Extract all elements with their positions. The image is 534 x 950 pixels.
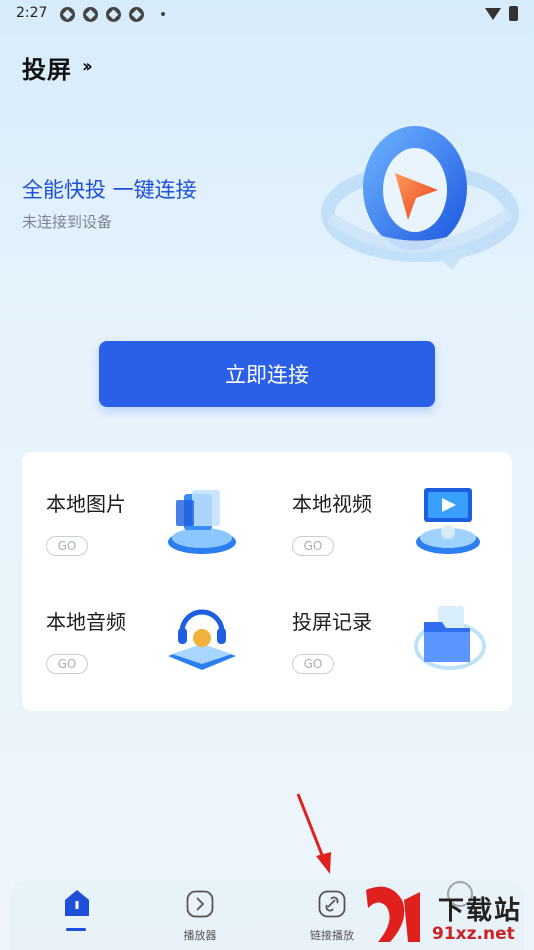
audio-icon [168,609,236,670]
nav-item-player[interactable]: 播放器 [155,880,245,950]
page-title: 投屏 [22,56,72,84]
notification-icon [129,7,144,22]
connect-now-button[interactable]: 立即连接 [99,341,435,407]
feature-label: 本地音频 [46,610,126,634]
cast-logo-icon [321,126,519,270]
go-badge[interactable]: GO [292,654,334,674]
wifi-icon [485,7,501,20]
connection-status: 未连接到设备 [22,213,113,231]
status-time: 2:27 [16,5,48,21]
feature-label: 本地视频 [292,492,372,516]
hero-slogan: 全能快投 一键连接 [22,178,197,202]
red-arrow-annotation [296,793,331,874]
nav-item-home[interactable] [20,880,110,950]
watermark-url: 91xz.net [432,924,515,944]
notification-icon [83,7,98,22]
notification-icon [60,7,75,22]
feature-label: 本地图片 [46,492,126,516]
photo-icon [168,490,236,554]
feature-local-photos[interactable]: 本地图片 GO [22,452,267,570]
folder-icon [414,606,486,670]
go-badge[interactable]: GO [46,654,88,674]
active-tab-indicator [66,928,86,931]
video-icon [416,488,480,554]
notification-icons [60,7,144,22]
battery-icon [509,6,518,21]
feature-card: 本地图片 GO 本地视频 GO 本地音频 GO 投屏记录 GO [22,452,512,711]
more-notifications-icon [161,12,165,16]
chevron-right-icon: ›› [82,56,93,77]
notification-icon [106,7,121,22]
watermark-text: 下载站 [438,896,523,926]
feature-label: 投屏记录 [292,610,372,634]
feature-local-audio[interactable]: 本地音频 GO [22,570,267,688]
go-badge[interactable]: GO [46,536,88,556]
status-bar: 2:27 [0,0,534,28]
feature-local-videos[interactable]: 本地视频 GO [268,452,513,570]
link-icon [318,890,346,918]
home-icon [65,890,89,916]
play-icon [186,890,214,918]
feature-cast-history[interactable]: 投屏记录 GO [268,570,513,688]
go-badge[interactable]: GO [292,536,334,556]
system-indicators [485,6,518,21]
nav-label: 播放器 [183,929,217,942]
